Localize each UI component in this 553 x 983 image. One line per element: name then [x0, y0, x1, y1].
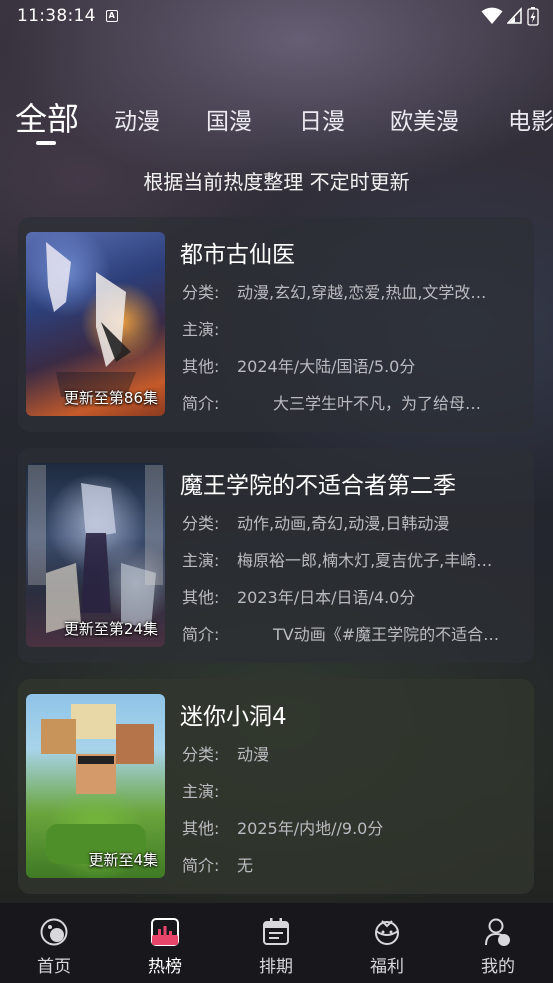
category-row: 分类: 动漫 — [182, 745, 270, 764]
notification-a-icon: A — [105, 10, 118, 22]
nav-schedule[interactable]: 排期 — [241, 917, 311, 977]
category-tabs: 全部 动漫 国漫 日漫 欧美漫 电影 — [0, 94, 553, 142]
chart-icon — [151, 918, 179, 946]
list-item[interactable]: 更新至第24集 魔王学院的不适合者第二季 分类: 动作,动画,奇幻,动漫,日韩动漫… — [18, 448, 534, 663]
ranking-subtitle: 根据当前热度整理 不定时更新 — [143, 170, 410, 194]
gift-icon — [375, 920, 399, 945]
cast-row: 主演: — [182, 320, 220, 339]
wifi-icon — [481, 7, 503, 24]
poster-image[interactable]: 更新至4集 — [26, 694, 165, 878]
battery-icon — [527, 7, 539, 26]
poster-update-badge: 更新至第24集 — [63, 620, 158, 638]
tab-indicator — [36, 141, 56, 145]
tab-japanese-anime[interactable]: 日漫 — [299, 102, 345, 136]
nav-home[interactable]: 首页 — [19, 917, 89, 977]
poster-update-badge: 更新至第86集 — [63, 389, 158, 407]
intro-row: 简介: 无 — [182, 856, 254, 875]
other-row: 其他: 2024年/大陆/国语/5.0分 — [182, 357, 416, 376]
nav-welfare[interactable]: 福利 — [352, 917, 422, 977]
item-title[interactable]: 魔王学院的不适合者第二季 — [180, 466, 456, 500]
status-bar: 11:38:14 A — [0, 0, 553, 32]
poster-image[interactable]: 更新至第86集 — [26, 232, 165, 416]
intro-row: 简介: 大三学生叶不凡，为了给母… — [182, 394, 482, 413]
calendar-icon — [263, 918, 289, 945]
tab-anime[interactable]: 动漫 — [114, 102, 160, 136]
item-title[interactable]: 都市古仙医 — [180, 235, 295, 269]
nav-hot-list[interactable]: 热榜 — [130, 917, 200, 977]
cast-row: 主演: — [182, 782, 220, 801]
tab-western-anime[interactable]: 欧美漫 — [390, 102, 459, 136]
category-row: 分类: 动漫,玄幻,穿越,恋爱,热血,文学改… — [182, 283, 487, 302]
cast-row: 主演: 梅原裕一郎,楠木灯,夏吉优子,丰崎… — [182, 551, 493, 570]
bottom-nav: 首页 热榜 排期 福利 我的 — [0, 903, 553, 983]
signal-icon — [507, 7, 522, 24]
list-item[interactable]: 更新至第86集 都市古仙医 分类: 动漫,玄幻,穿越,恋爱,热血,文学改… 主演:… — [18, 217, 534, 432]
tab-all[interactable]: 全部 — [15, 94, 79, 140]
status-time: 11:38:14 — [17, 6, 96, 26]
tab-domestic-anime[interactable]: 国漫 — [206, 102, 252, 136]
intro-row: 简介: TV动画《#魔王学院的不适合… — [182, 625, 500, 644]
other-row: 其他: 2023年/日本/日语/4.0分 — [182, 588, 416, 607]
list-item[interactable]: 更新至4集 迷你小洞4 分类: 动漫 主演: 其他: 2025年/内地//9.0分 … — [18, 679, 534, 894]
other-row: 其他: 2025年/内地//9.0分 — [182, 819, 384, 838]
tab-movie[interactable]: 电影 — [508, 102, 553, 136]
profile-icon — [485, 918, 510, 946]
poster-update-badge: 更新至4集 — [88, 851, 158, 869]
poster-image[interactable]: 更新至第24集 — [26, 463, 165, 647]
home-icon — [40, 918, 68, 946]
nav-mine[interactable]: 我的 — [463, 917, 533, 977]
category-row: 分类: 动作,动画,奇幻,动漫,日韩动漫 — [182, 514, 450, 533]
item-title[interactable]: 迷你小洞4 — [180, 697, 287, 731]
